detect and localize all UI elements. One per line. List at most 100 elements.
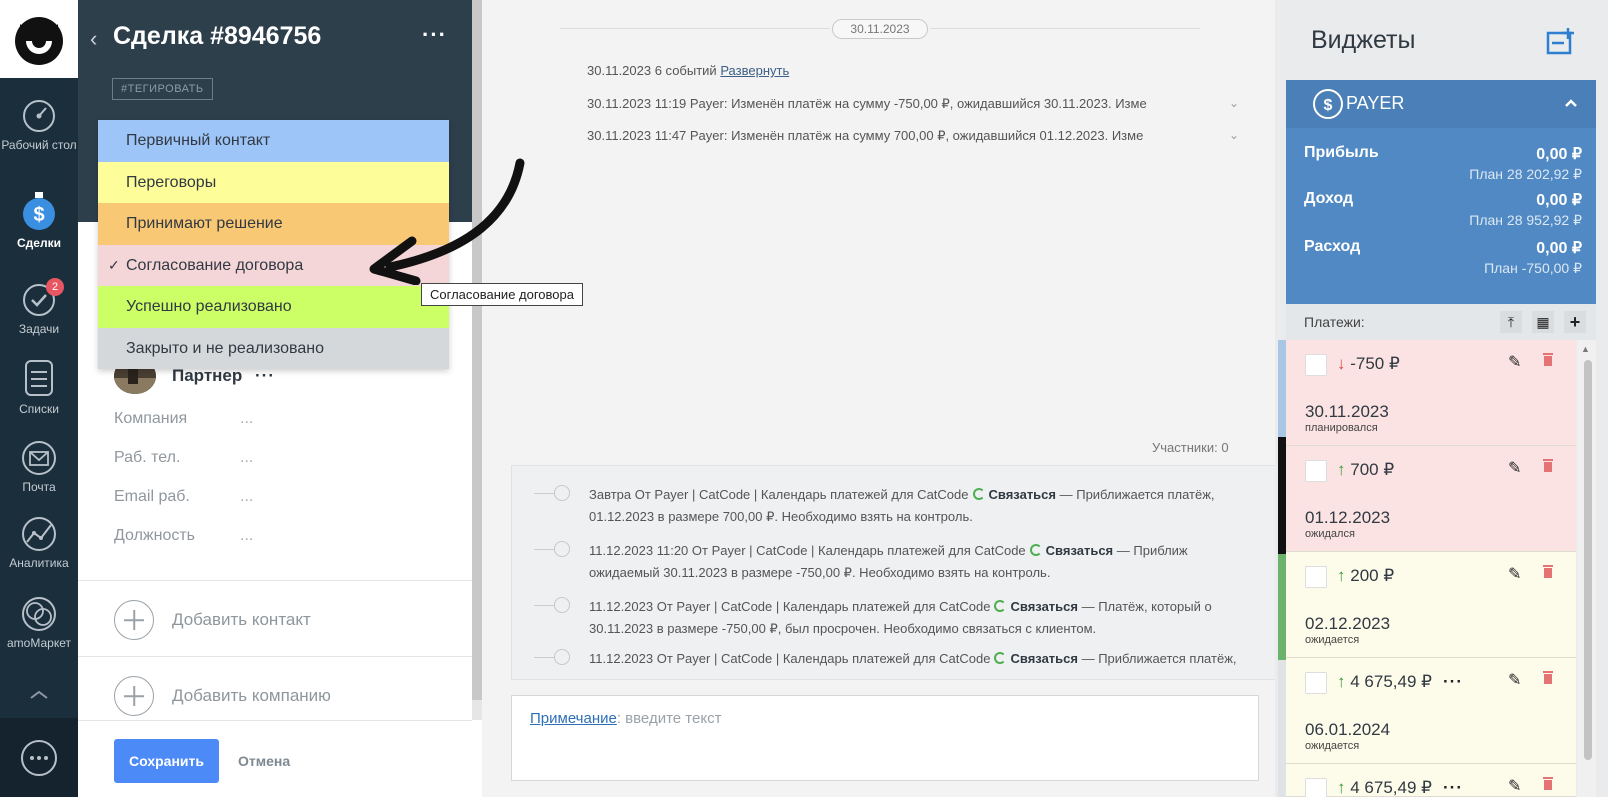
- payment-checkbox[interactable]: [1305, 672, 1327, 694]
- stage-option-success[interactable]: Успешно реализовано: [98, 286, 449, 328]
- task-action: Связаться: [1045, 543, 1114, 558]
- trash-icon[interactable]: [1542, 458, 1554, 472]
- pencil-icon[interactable]: ✎: [1508, 352, 1521, 372]
- svg-text:$: $: [33, 204, 44, 226]
- payment-date: 02.12.2023: [1305, 614, 1391, 633]
- payments-label: Платежи:: [1304, 314, 1365, 330]
- task-item[interactable]: Завтра От Payer | CatCode | Календарь пл…: [589, 484, 1215, 528]
- payment-amount-value: 4 675,49 ₽: [1350, 672, 1432, 691]
- note-input[interactable]: Примечание: введите текст: [511, 695, 1259, 781]
- chevron-up-icon[interactable]: [1564, 98, 1578, 108]
- payment-card[interactable]: ↑ 4 675,49 ₽ ··· ✎: [1286, 764, 1576, 797]
- expand-link[interactable]: Развернуть: [720, 63, 789, 78]
- nav-item-deals[interactable]: $ Сделки: [0, 192, 78, 251]
- annotation-arrow-icon: [369, 158, 525, 285]
- payment-card[interactable]: ↑ 4 675,49 ₽ ··· ✎ 06.01.2024 ожидается: [1286, 658, 1576, 764]
- contact-role: Партнер ···: [172, 366, 275, 386]
- payment-status: планировался: [1305, 422, 1378, 434]
- payment-amount-value: 200 ₽: [1350, 566, 1395, 585]
- field-value-email[interactable]: ...: [240, 488, 253, 506]
- task-head: 11.12.2023 11:20 От Payer | CatCode | Ка…: [589, 543, 1026, 558]
- nav-expand[interactable]: [0, 690, 78, 704]
- payment-date: 06.01.2024: [1305, 720, 1391, 739]
- upload-icon[interactable]: ⤒: [1500, 311, 1522, 333]
- field-value-phone[interactable]: ...: [240, 449, 253, 467]
- payer-name: PAYER: [1346, 93, 1405, 113]
- amocrm-logo[interactable]: [0, 0, 78, 78]
- add-contact-button[interactable]: Добавить контакт: [114, 600, 311, 640]
- note-placeholder: : введите текст: [616, 710, 722, 727]
- payment-checkbox[interactable]: [1305, 460, 1327, 482]
- task-list: Завтра От Payer | CatCode | Календарь пл…: [511, 465, 1291, 680]
- nav-label: Почта: [22, 480, 56, 494]
- add-company-button[interactable]: Добавить компанию: [114, 676, 331, 716]
- payment-status: ожидается: [1305, 634, 1360, 646]
- trash-icon[interactable]: [1542, 670, 1554, 684]
- nav-item-market[interactable]: amoМаркет: [0, 596, 78, 651]
- deal-more-button[interactable]: ···: [422, 22, 447, 48]
- expense-value: 0,00 ₽: [1536, 240, 1582, 257]
- back-chevron-icon[interactable]: ‹: [90, 26, 97, 52]
- chat-icon: [21, 739, 57, 776]
- pencil-icon[interactable]: ✎: [1508, 776, 1521, 796]
- payments-scroll-thumb[interactable]: [1584, 360, 1592, 760]
- task-detail: 01.12.2023 в размере 700,00 ₽. Необходим…: [589, 509, 973, 524]
- nav-item-mail[interactable]: Почта: [0, 440, 78, 495]
- payment-more-button[interactable]: ···: [1443, 778, 1463, 797]
- payment-amount-value: -750 ₽: [1350, 354, 1400, 373]
- payment-checkbox[interactable]: [1305, 778, 1327, 797]
- cat-logo-icon: [15, 17, 63, 65]
- payment-card[interactable]: ↑ 200 ₽ ✎ 02.12.2023 ожидается: [1286, 552, 1576, 658]
- payment-amount: ↑ 200 ₽: [1337, 566, 1394, 586]
- payer-summary: Прибыль 0,00 ₽ План 28 202,92 ₽ Доход 0,…: [1286, 128, 1596, 304]
- nav-item-dashboard[interactable]: Рабочий стол: [0, 98, 78, 153]
- payment-card[interactable]: ↓ -750 ₽ ✎ 30.11.2023 планировался: [1286, 340, 1576, 446]
- trash-icon[interactable]: [1542, 564, 1554, 578]
- cancel-button[interactable]: Отмена: [238, 753, 290, 769]
- chat-button[interactable]: [0, 718, 78, 797]
- trash-icon[interactable]: [1542, 776, 1554, 790]
- task-action: Связаться: [1010, 651, 1078, 666]
- save-button[interactable]: Сохранить: [114, 739, 219, 783]
- payer-widget-header[interactable]: $ PAYER: [1286, 80, 1596, 128]
- scroll-up-icon[interactable]: ▲: [1581, 344, 1590, 354]
- status-stripe: [1278, 437, 1286, 554]
- dashboard-icon: [23, 100, 55, 132]
- add-widget-icon[interactable]: [1546, 27, 1576, 55]
- recurring-icon: [994, 652, 1007, 664]
- stage-label: Закрыто и не реализовано: [126, 339, 324, 357]
- task-detail: ожидаемый 30.11.2023 в размере -750,00 ₽…: [589, 565, 1051, 580]
- note-type-link[interactable]: Примечание: [530, 710, 617, 727]
- arrow-up-icon: ↑: [1337, 778, 1346, 797]
- deal-scroll-thumb[interactable]: [472, 0, 482, 700]
- pencil-icon[interactable]: ✎: [1508, 458, 1521, 478]
- task-item[interactable]: 11.12.2023 От Payer | CatCode | Календар…: [589, 648, 1237, 670]
- pencil-icon[interactable]: ✎: [1508, 564, 1521, 584]
- payment-checkbox[interactable]: [1305, 566, 1327, 588]
- analytics-icon: [22, 517, 56, 551]
- field-value-company[interactable]: ...: [240, 410, 253, 428]
- arrow-up-icon: ↑: [1337, 460, 1346, 479]
- nav-item-tasks[interactable]: 2 Задачи: [0, 278, 78, 337]
- stage-option-closed-lost[interactable]: Закрыто и не реализовано: [98, 327, 449, 369]
- stage-label: Первичный контакт: [126, 132, 271, 149]
- task-item[interactable]: 11.12.2023 11:20 От Payer | CatCode | Ка…: [589, 540, 1188, 584]
- payment-amount: ↓ -750 ₽: [1337, 354, 1400, 374]
- nav-item-lists[interactable]: Списки: [0, 358, 78, 417]
- task-head: 11.12.2023 От Payer | CatCode | Календар…: [589, 651, 991, 666]
- calculator-icon[interactable]: ▦: [1532, 311, 1554, 333]
- chevron-down-icon[interactable]: ⌄: [1229, 96, 1239, 110]
- trash-icon[interactable]: [1542, 352, 1554, 366]
- payment-more-button[interactable]: ···: [1443, 672, 1463, 692]
- field-value-position[interactable]: ...: [240, 527, 253, 545]
- chevron-down-icon[interactable]: ⌄: [1229, 128, 1239, 142]
- add-payment-button[interactable]: +: [1564, 311, 1586, 333]
- profit-plan: План 28 202,92 ₽: [1469, 166, 1582, 182]
- nav-item-analytics[interactable]: Аналитика: [0, 516, 78, 571]
- tag-button[interactable]: #ТЕГИРОВАТЬ: [112, 78, 213, 100]
- pencil-icon[interactable]: ✎: [1508, 670, 1521, 690]
- payment-checkbox[interactable]: [1305, 354, 1327, 376]
- task-item[interactable]: 11.12.2023 От Payer | CatCode | Календар…: [589, 596, 1212, 640]
- stage-tooltip: Согласование договора: [421, 283, 583, 306]
- payment-card[interactable]: ↑ 700 ₽ ✎ 01.12.2023 ожидался: [1286, 446, 1576, 552]
